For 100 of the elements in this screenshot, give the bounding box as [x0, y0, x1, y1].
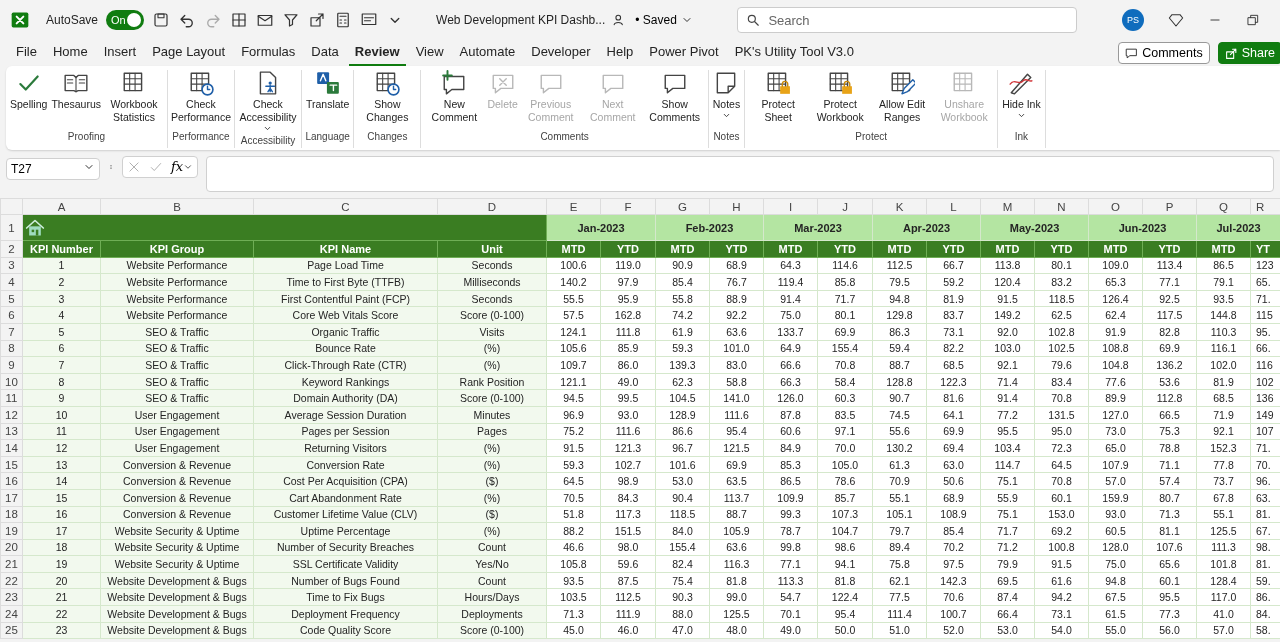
- table-cell: 94.5: [546, 389, 601, 407]
- menu-tab[interactable]: File: [10, 39, 43, 67]
- column-header[interactable]: D: [437, 198, 547, 215]
- table-cell: 93.5: [1196, 290, 1251, 307]
- row-header[interactable]: 1: [0, 214, 23, 241]
- table-cell: 153.0: [1034, 506, 1089, 523]
- share-button[interactable]: Share: [1217, 42, 1280, 64]
- table-cell: 65.3: [1088, 273, 1143, 291]
- table-cell: 105.1: [872, 506, 927, 523]
- table-cell: 88.0: [655, 605, 710, 623]
- menu-tab[interactable]: Home: [46, 39, 94, 67]
- table-cell: 77.8: [1196, 456, 1251, 473]
- column-header[interactable]: K: [872, 198, 927, 215]
- table-cell: 81.6: [926, 389, 981, 407]
- ribbon-button[interactable]: Check Accessibility: [237, 70, 299, 133]
- ribbon-button[interactable]: Translate: [304, 70, 352, 111]
- share-icon[interactable]: [308, 11, 327, 29]
- column-header[interactable]: P: [1142, 198, 1197, 215]
- save-status[interactable]: • Saved: [635, 11, 693, 29]
- table-cell: 54.0: [1034, 622, 1089, 639]
- table-cell: 86.6: [655, 423, 710, 440]
- column-header[interactable]: E: [546, 198, 601, 215]
- column-header[interactable]: L: [926, 198, 981, 215]
- house-icon[interactable]: [25, 217, 45, 238]
- table-cell: 61.6: [1034, 572, 1089, 589]
- ribbon-button[interactable]: Show Changes: [356, 70, 419, 124]
- ribbon-button[interactable]: Check Performance: [170, 70, 232, 124]
- column-header[interactable]: O: [1088, 198, 1143, 215]
- search-field[interactable]: Search: [737, 7, 1078, 33]
- table-cell: 57.0: [1088, 472, 1143, 490]
- menu-tab[interactable]: Automate: [453, 39, 522, 67]
- column-header[interactable]: H: [709, 198, 764, 215]
- table-cell: 98.6: [817, 539, 873, 556]
- menu-tab[interactable]: View: [409, 39, 450, 67]
- table-cell: 128.4: [1196, 572, 1251, 589]
- menu-tab[interactable]: Help: [600, 39, 640, 67]
- ribbon-button[interactable]: Hide Ink: [1000, 70, 1043, 120]
- menu-tab[interactable]: Developer: [525, 39, 597, 67]
- menu-tab[interactable]: Page Layout: [146, 39, 232, 67]
- table-cell: 96.9: [546, 406, 601, 424]
- formula-input[interactable]: [206, 156, 1274, 192]
- table-cell: 63.6: [709, 323, 764, 341]
- ribbon-button[interactable]: Show Comments: [643, 70, 706, 124]
- ribbon-button[interactable]: Notes: [710, 70, 743, 120]
- table-cell: 46.0: [600, 622, 656, 639]
- save-icon[interactable]: [152, 11, 171, 29]
- column-header[interactable]: A: [22, 198, 101, 215]
- table-cell: 86.5: [1196, 257, 1251, 274]
- ribbon-button[interactable]: Workbook Statistics: [103, 70, 165, 124]
- table-cell: 53.0: [655, 472, 710, 490]
- menu-tab[interactable]: Formulas: [235, 39, 302, 67]
- name-box[interactable]: T27: [6, 158, 100, 180]
- table-cell: 75.1: [980, 506, 1035, 523]
- app-logo-icon[interactable]: [10, 10, 30, 30]
- table-cell: 71.1: [1142, 456, 1197, 473]
- table-cell: 85.8: [817, 273, 873, 291]
- column-header[interactable]: J: [817, 198, 873, 215]
- diamond-icon[interactable]: [1168, 12, 1184, 28]
- column-header[interactable]: G: [655, 198, 710, 215]
- column-header[interactable]: M: [980, 198, 1035, 215]
- ribbon-button[interactable]: Thesaurus: [49, 70, 103, 111]
- column-header[interactable]: N: [1034, 198, 1089, 215]
- ribbon-button[interactable]: Protect Workbook: [809, 70, 872, 124]
- menu-tab[interactable]: Power Pivot: [643, 39, 725, 67]
- table-cell: 152.3: [1196, 439, 1251, 457]
- table-cell: 93.0: [600, 406, 656, 424]
- check-icon[interactable]: [149, 160, 163, 174]
- column-header[interactable]: B: [100, 198, 254, 215]
- ribbon-button[interactable]: New Comment: [423, 70, 486, 124]
- table-icon[interactable]: [230, 11, 249, 29]
- table-cell: 83.2: [1034, 273, 1089, 291]
- user-avatar[interactable]: PS: [1122, 9, 1144, 31]
- table-cell: 105.6: [546, 340, 601, 357]
- table-cell: 117.5: [1142, 306, 1197, 324]
- table-cell: 77.1: [763, 555, 818, 573]
- column-header[interactable]: Q: [1196, 198, 1251, 215]
- column-header[interactable]: I: [763, 198, 818, 215]
- table-cell: 113.4: [1142, 257, 1197, 274]
- menu-tab[interactable]: Insert: [97, 39, 143, 67]
- comments-button[interactable]: Comments: [1118, 42, 1210, 64]
- table-cell: 141.0: [709, 389, 764, 407]
- restore-icon[interactable]: [1246, 13, 1260, 27]
- ribbon-button[interactable]: Protect Sheet: [747, 70, 810, 124]
- table-cell: 105.8: [546, 555, 601, 573]
- table-cell: 71.7: [980, 522, 1035, 540]
- menu-tab[interactable]: Data: [305, 39, 345, 67]
- table-cell: 61.5: [1088, 605, 1143, 623]
- table-cell: 92.5: [1142, 290, 1197, 307]
- table-cell: 102.7: [600, 456, 656, 473]
- autosave-toggle[interactable]: On: [106, 10, 145, 30]
- filter-icon[interactable]: [282, 11, 301, 29]
- ribbon-button[interactable]: Allow Edit Ranges: [871, 70, 934, 124]
- menu-tab[interactable]: PK's Utility Tool V3.0: [728, 39, 860, 67]
- table-cell: 95.4: [709, 423, 764, 440]
- column-header[interactable]: F: [600, 198, 656, 215]
- ribbon-button[interactable]: Spelling: [8, 70, 50, 111]
- column-header[interactable]: R: [1250, 198, 1280, 215]
- table-cell: 108.9: [926, 506, 981, 523]
- column-header[interactable]: C: [253, 198, 438, 215]
- table-cell: 85.9: [600, 340, 656, 357]
